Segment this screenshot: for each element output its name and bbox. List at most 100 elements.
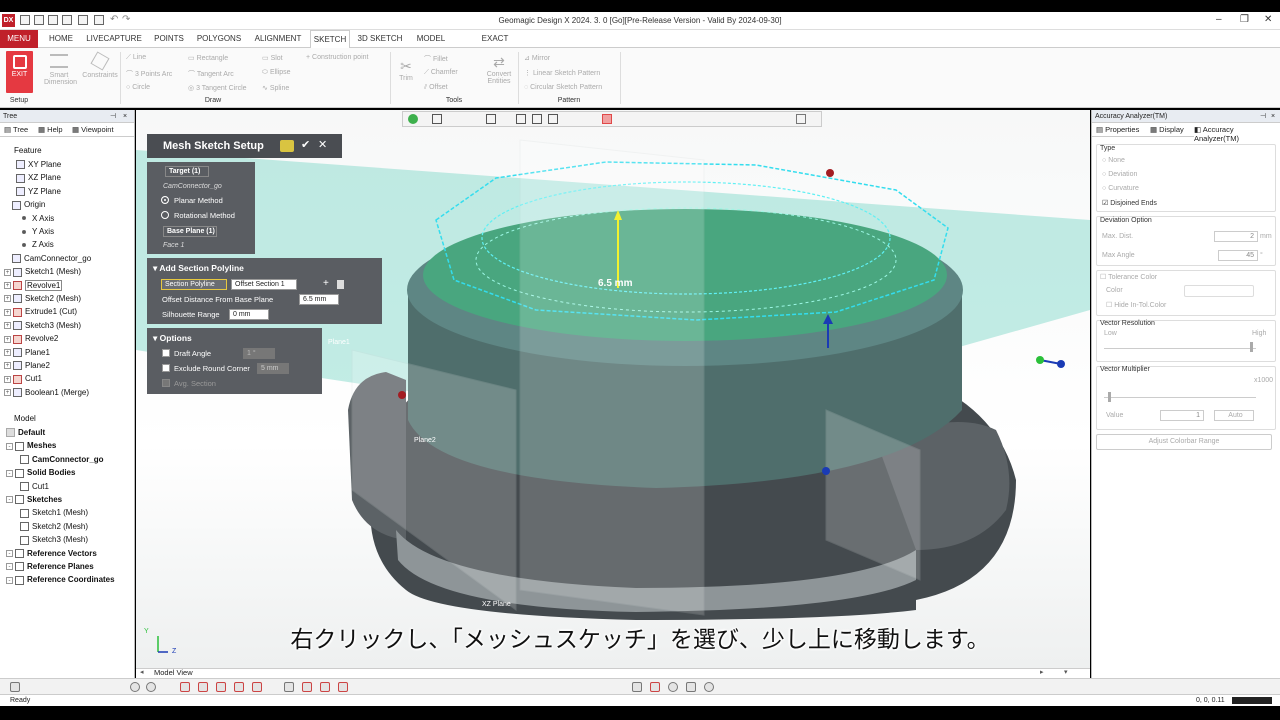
3-tangent-circle-button[interactable]: ◎ 3 Tangent Circle: [188, 84, 247, 92]
handle-point-top[interactable]: [826, 169, 834, 177]
tab-properties[interactable]: ▤ Properties: [1096, 125, 1139, 134]
section-icon[interactable]: [650, 682, 660, 692]
rotational-method-radio[interactable]: [161, 211, 169, 219]
planar-method-radio[interactable]: [161, 196, 169, 204]
model-tree-item[interactable]: - Reference Coordinates: [6, 573, 115, 586]
tab-accuracy-analyzer[interactable]: ◧ Accuracy Analyzer(TM): [1194, 125, 1280, 143]
restore-icon[interactable]: ❐: [1240, 14, 1249, 25]
tab-3d-sketch[interactable]: 3D SKETCH: [356, 30, 404, 48]
expand-icon[interactable]: +: [4, 348, 11, 356]
tab-home[interactable]: HOME: [44, 30, 78, 48]
top-view-icon[interactable]: [516, 114, 526, 124]
measure-icon[interactable]: [632, 682, 642, 692]
section-select[interactable]: Offset Section 1: [231, 279, 297, 290]
offset-button[interactable]: ⫽ Offset: [424, 84, 448, 92]
section-view-icon[interactable]: [548, 114, 558, 124]
expand-icon[interactable]: +: [4, 389, 11, 397]
expand-icon[interactable]: +: [4, 335, 11, 343]
line-button[interactable]: ⟋ Line: [126, 54, 146, 62]
color-picker[interactable]: [1184, 285, 1254, 297]
circle-button[interactable]: ○ Circle: [126, 84, 150, 91]
3-points-arc-button[interactable]: ⌒ 3 Points Arc: [126, 69, 172, 79]
expand-icon[interactable]: +: [4, 322, 11, 330]
tab-list-icon[interactable]: ▾: [1064, 668, 1068, 676]
right-view-icon[interactable]: [532, 114, 542, 124]
dimension-label[interactable]: 6.5 mm: [598, 278, 632, 289]
auto-button[interactable]: Auto: [1214, 410, 1254, 421]
visibility-checkbox[interactable]: [15, 468, 24, 478]
model-tree-item[interactable]: - Reference Vectors: [6, 547, 97, 560]
visibility-checkbox[interactable]: [20, 522, 29, 532]
render-mode-icon[interactable]: [796, 114, 806, 124]
menu-button[interactable]: MENU: [0, 30, 38, 48]
construction-point-button[interactable]: + Construction point: [306, 54, 368, 61]
manipulator-end[interactable]: [1057, 360, 1065, 368]
hide-in-tol-checkbox[interactable]: ☐ Hide In-Tol.Color: [1106, 301, 1166, 309]
feature-item[interactable]: + Plane1: [4, 346, 50, 359]
expand-icon[interactable]: +: [4, 362, 11, 370]
feature-item[interactable]: CamConnector_go: [12, 252, 91, 265]
ellipse-button[interactable]: ⬭ Ellipse: [262, 69, 291, 77]
add-icon[interactable]: +: [323, 278, 329, 289]
feature-item[interactable]: Y Axis: [20, 225, 54, 238]
feature-item[interactable]: X Axis: [20, 212, 54, 225]
resolution-slider-thumb[interactable]: [1250, 342, 1253, 352]
visibility-checkbox[interactable]: [15, 548, 24, 558]
tab-sketch[interactable]: SKETCH: [310, 30, 350, 49]
model-tree-item[interactable]: Sketch2 (Mesh): [20, 520, 88, 533]
offset-distance-input[interactable]: 6.5 mm: [299, 294, 339, 305]
expand-icon[interactable]: +: [4, 281, 11, 289]
point-filter-icon[interactable]: [146, 682, 156, 692]
tab-polygons[interactable]: POLYGONS: [196, 30, 242, 48]
feature-item[interactable]: + Sketch2 (Mesh): [4, 292, 81, 305]
handle-point-left[interactable]: [398, 391, 406, 399]
model-tree-item[interactable]: - Sketches: [6, 493, 62, 506]
chamfer-button[interactable]: ⟋ Chamfer: [424, 69, 458, 77]
feature-item[interactable]: + Plane2: [4, 359, 50, 372]
smart-dimension-button[interactable]: Smart Dimension: [44, 54, 77, 86]
close-icon[interactable]: ×: [123, 110, 127, 123]
max-dist-input[interactable]: 2: [1214, 231, 1258, 242]
visibility-checkbox[interactable]: [20, 535, 29, 545]
avg-section-checkbox[interactable]: [162, 379, 170, 387]
expand-icon[interactable]: -: [6, 563, 13, 571]
tab-alignment[interactable]: ALIGNMENT: [252, 30, 304, 48]
select-mode-icon[interactable]: [602, 114, 612, 124]
model-tree-item[interactable]: Sketch1 (Mesh): [20, 506, 88, 519]
slot-button[interactable]: ▭ Slot: [262, 54, 283, 62]
region-filter-icon[interactable]: [284, 682, 294, 692]
visibility-checkbox[interactable]: [15, 575, 24, 585]
section-polyline-field[interactable]: Section Polyline: [161, 279, 227, 290]
multiplier-slider-thumb[interactable]: [1108, 392, 1111, 402]
expand-icon[interactable]: -: [6, 576, 13, 584]
minimize-icon[interactable]: –: [1216, 14, 1222, 25]
edge-filter-icon[interactable]: [198, 682, 208, 692]
draft-angle-input[interactable]: 1 °: [243, 348, 275, 359]
scroll-right-icon[interactable]: ▸: [1040, 668, 1044, 676]
feature-item[interactable]: + Extrude1 (Cut): [4, 305, 77, 318]
front-view-icon[interactable]: [486, 114, 496, 124]
expand-icon[interactable]: -: [6, 442, 13, 450]
value-input[interactable]: 1: [1160, 410, 1204, 421]
expand-icon[interactable]: -: [6, 496, 13, 504]
pin-icon[interactable]: ⊣: [1260, 110, 1266, 123]
sketch-filter-icon[interactable]: [252, 682, 262, 692]
feature-item[interactable]: + Sketch1 (Mesh): [4, 265, 81, 278]
deviation-icon[interactable]: [668, 682, 678, 692]
fillet-button[interactable]: ⌒ Fillet: [424, 54, 448, 64]
type-curvature-radio[interactable]: ○ Curvature: [1102, 185, 1139, 192]
model-tree-item[interactable]: - Solid Bodies: [6, 466, 75, 479]
tab-exact-surfacing[interactable]: EXACT SURFACING: [458, 30, 532, 61]
expand-icon[interactable]: +: [4, 375, 11, 383]
tab-livecapture[interactable]: LIVECAPTURE: [86, 30, 142, 48]
visibility-checkbox[interactable]: [15, 562, 24, 572]
trim-button[interactable]: ✂ Trim: [396, 58, 416, 82]
mesh-filter-icon[interactable]: [130, 682, 140, 692]
model-tree-item[interactable]: CamConnector_go: [20, 453, 104, 466]
body-filter-icon[interactable]: [234, 682, 244, 692]
visibility-checkbox[interactable]: [15, 441, 24, 451]
plane-filter-icon[interactable]: [338, 682, 348, 692]
expand-icon[interactable]: +: [4, 308, 11, 316]
vertex-filter-icon[interactable]: [216, 682, 226, 692]
model-tree-item[interactable]: - Reference Planes: [6, 560, 94, 573]
